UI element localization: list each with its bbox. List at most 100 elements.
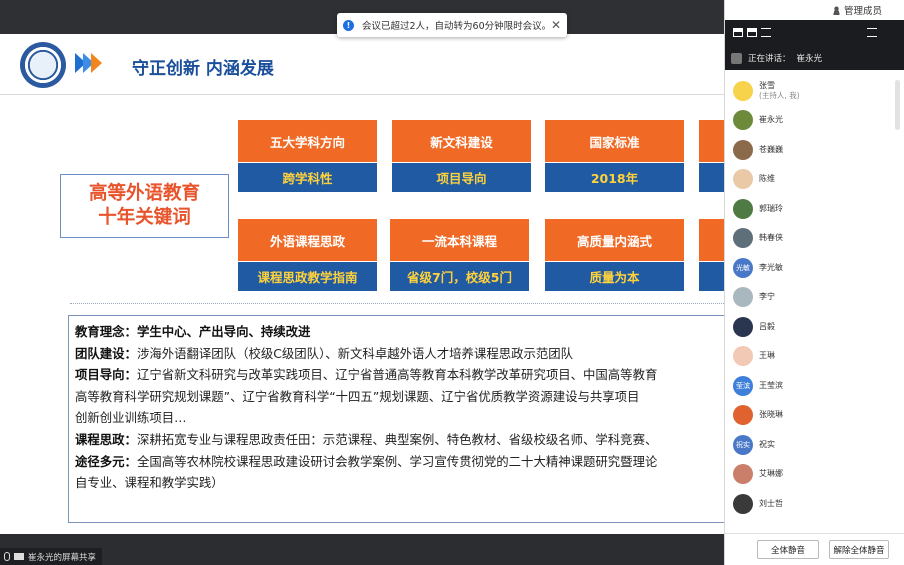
keyword-card: 一流本科课程 省级7门，校级5门 — [390, 219, 529, 291]
member-name-block: 崔永光 — [759, 115, 783, 125]
member-name-block: 王莹滨 — [759, 381, 783, 391]
member-role: (主持人, 我) — [759, 90, 800, 100]
member-row[interactable]: 崔永光 — [725, 106, 904, 136]
member-row[interactable]: 陈维 — [725, 165, 904, 195]
member-name: 王琳 — [759, 351, 775, 361]
member-name: 艾琳娜 — [759, 469, 783, 479]
screen-share-badge: 崔永光的屏幕共享 — [0, 548, 103, 565]
member-avatar — [733, 80, 753, 101]
info-icon: ! — [343, 19, 354, 31]
screen-share-label: 崔永光的屏幕共享 — [28, 552, 97, 563]
unmute-all-button[interactable]: 解除全体静音 — [829, 540, 889, 559]
keyword-card: 五大学科方向 跨学科性 — [238, 120, 377, 192]
bottom-bar — [0, 534, 724, 565]
card-bottom: 项目导向 — [392, 163, 531, 192]
chevron-decoration-icon — [75, 53, 102, 73]
member-name: 崔永光 — [759, 115, 783, 125]
shared-slide: 守正创新 内涵发展 高等外语教育 十年关键词 五大学科方向 跨学科性 新文科建设… — [0, 34, 724, 534]
summary-line: 教育理念：学生中心、产出导向、持续改进 — [75, 324, 311, 339]
member-name-block: 刘士哲 — [759, 499, 783, 509]
summary-line: 项目导向：辽宁省新文科研究与改革实践项目、辽宁省普通高等教育本科教学改革研究项目… — [75, 367, 658, 383]
member-avatar — [733, 139, 753, 160]
member-name: 吕毅 — [759, 321, 775, 331]
manage-members-button[interactable]: 管理成员 — [725, 0, 904, 20]
member-name-block: 王琳 — [759, 351, 775, 361]
mute-all-button[interactable]: 全体静音 — [757, 540, 819, 559]
member-row[interactable]: 张晓琳 — [725, 401, 904, 431]
member-name-block: 吕毅 — [759, 322, 775, 332]
keyword-line-2: 十年关键词 — [98, 207, 191, 228]
member-row[interactable]: 李宁 — [725, 283, 904, 313]
card-bottom: 课程思政教学指南 — [238, 262, 377, 291]
speaker-avatar — [731, 52, 742, 64]
member-name-block: 韩春侠 — [759, 233, 783, 243]
collapse-panel-icon[interactable] — [867, 28, 877, 37]
member-row[interactable]: 王琳 — [725, 342, 904, 372]
summary-textbox: 教育理念：学生中心、产出导向、持续改进 团队建设：涉海外语翻译团队（校级C级团队… — [68, 315, 724, 523]
slide-title: 守正创新 内涵发展 — [132, 59, 274, 79]
member-row[interactable]: 吕毅 — [725, 312, 904, 342]
member-avatar — [733, 169, 753, 190]
window-layout-icon[interactable] — [747, 28, 757, 37]
member-avatar — [733, 228, 753, 249]
card-top: 国家标准 — [545, 120, 684, 162]
keyword-card — [699, 219, 724, 291]
university-logo — [20, 42, 66, 88]
card-top: 高质量内涵式 — [545, 219, 684, 261]
member-row[interactable]: 郭瑞玲 — [725, 194, 904, 224]
summary-line: 高等教育科学研究规划课题”、辽宁省教育科学“十四五”规划课题、辽宁省优质教学资源… — [75, 388, 640, 404]
member-name: 苍巍巍 — [759, 144, 783, 154]
member-list: 张雪 (主持人, 我) 崔永光苍巍巍陈维郭瑞玲韩春侠光敏 李光敏李宁吕毅王琳莹滨 王莹滨… — [725, 76, 904, 519]
close-icon[interactable]: ✕ — [551, 18, 561, 32]
card-top — [699, 219, 724, 261]
notification-toast: ! 会议已超过2人，自动转为60分钟限时会议。 ✕ — [337, 13, 567, 37]
speaking-indicator: 正在讲话： 崔永光 — [731, 52, 822, 64]
member-list-scrollbar[interactable] — [895, 80, 900, 130]
summary-line: 创新创业训练项目… — [75, 410, 187, 426]
card-bottom — [699, 163, 724, 192]
sidebar-layout-icon[interactable] — [733, 28, 743, 37]
list-layout-icon[interactable] — [761, 28, 771, 37]
member-row[interactable]: 光敏 李光敏 — [725, 253, 904, 283]
member-row[interactable]: 莹滨 王莹滨 — [725, 371, 904, 401]
member-avatar — [733, 405, 753, 426]
card-top: 五大学科方向 — [238, 120, 377, 162]
member-name-block: 祝实 — [759, 440, 775, 450]
member-name-block: 李宁 — [759, 292, 775, 302]
keyword-card: 高质量内涵式 质量为本 — [545, 219, 684, 291]
member-name-block: 苍巍巍 — [759, 145, 783, 155]
member-row[interactable]: 祝实 祝实 — [725, 430, 904, 460]
keyword-card: 新文科建设 项目导向 — [392, 120, 531, 192]
keyword-line-1: 高等外语教育 — [88, 183, 200, 204]
summary-line: 途径多元：全国高等农林院校课程思政建设研讨会教学案例、学习宣传贯彻党的二十大精神… — [75, 453, 658, 469]
speaking-label: 正在讲话： — [748, 54, 791, 64]
member-name: 祝实 — [759, 439, 775, 449]
member-avatar — [733, 493, 753, 514]
header-divider — [0, 94, 724, 95]
member-name: 郭瑞玲 — [759, 203, 783, 213]
card-bottom: 质量为本 — [545, 262, 684, 291]
card-bottom: 省级7门，校级5门 — [390, 262, 529, 291]
member-row[interactable]: 苍巍巍 — [725, 135, 904, 165]
member-row[interactable]: 韩春侠 — [725, 224, 904, 254]
members-panel: 管理成员 正在讲话： 崔永光 张雪 (主持人, 我) 崔永光苍巍巍陈维郭瑞玲韩春侠光… — [724, 0, 904, 565]
person-icon — [831, 5, 841, 15]
member-name-block: 张晓琳 — [759, 410, 783, 420]
member-row[interactable]: 艾琳娜 — [725, 460, 904, 490]
dotted-divider — [70, 303, 724, 304]
member-avatar — [733, 346, 753, 367]
member-name: 张晓琳 — [759, 410, 783, 420]
speaking-name: 崔永光 — [796, 54, 823, 64]
member-name: 陈维 — [759, 174, 775, 184]
member-row[interactable]: 张雪 (主持人, 我) — [725, 76, 904, 106]
keyword-box: 高等外语教育 十年关键词 — [60, 174, 229, 238]
member-name: 王莹滨 — [759, 380, 783, 390]
member-name: 李光敏 — [759, 262, 783, 272]
member-row[interactable]: 刘士哲 — [725, 489, 904, 519]
summary-line: 课程思政：深耕拓宽专业与课程思政责任田：示范课程、典型案例、特色教材、省级校级名… — [75, 431, 658, 447]
meeting-window: ! 会议已超过2人，自动转为60分钟限时会议。 ✕ 守正创新 内涵发展 高等外语… — [0, 0, 904, 565]
screen-share-icon — [14, 553, 24, 560]
panel-footer: 全体静音 解除全体静音 — [725, 533, 904, 565]
member-name: 韩春侠 — [759, 233, 783, 243]
member-avatar — [733, 198, 753, 219]
